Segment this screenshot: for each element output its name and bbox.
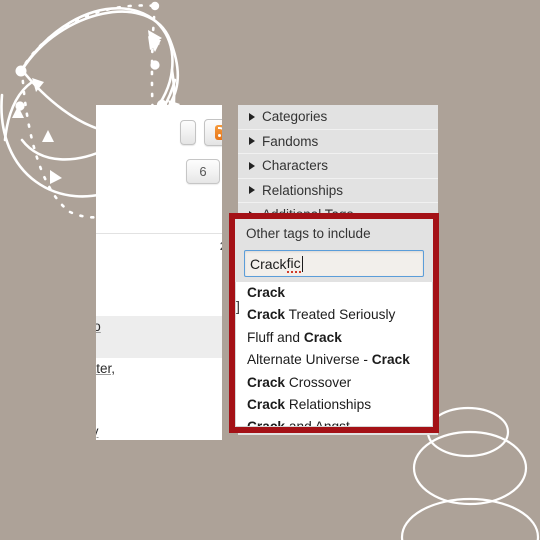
suggestion-plain: Alternate Universe - xyxy=(247,352,372,368)
sidebar-item-categories[interactable]: Categories xyxy=(238,105,438,130)
suggestion-bold: Crack xyxy=(371,352,410,368)
triangle-right-icon xyxy=(249,137,255,146)
suggestion-item[interactable]: Crack Treated Seriously xyxy=(236,304,432,326)
triangle-right-icon xyxy=(249,161,255,170)
relationship-tag-3[interactable]: ss/Harry Potter, xyxy=(96,361,115,376)
listing-toolbar: RSS Feed xyxy=(96,105,222,153)
sidebar-item-relationships[interactable]: Relationships xyxy=(238,179,438,203)
underlying-bracket-glyph: ] xyxy=(236,298,240,314)
pagination-next-row: Next → xyxy=(96,184,222,219)
triangle-right-icon xyxy=(249,112,255,121)
suggestion-item[interactable]: Crack Crossover xyxy=(236,372,432,394)
sidebar-item-fandoms[interactable]: Fandoms xyxy=(238,130,438,154)
tag-autocomplete-region: Other tags to include Crack fic Crack Cr… xyxy=(235,219,433,427)
sidebar-item-label: Relationships xyxy=(262,182,344,198)
suggestion-bold: Crack xyxy=(303,329,342,345)
suggestion-rest: Treated Seriously xyxy=(285,307,396,323)
works-listing-panel: RSS Feed 6 7 8 Next → 27 Oct 2022 ranger… xyxy=(96,105,222,440)
sidebar-item-label: Characters xyxy=(262,158,329,174)
input-text-misspelled: fic xyxy=(286,254,301,273)
pagination: 6 7 8 xyxy=(96,153,222,184)
rss-icon xyxy=(215,124,222,140)
screenshot-stage: RSS Feed 6 7 8 Next → 27 Oct 2022 ranger… xyxy=(0,0,540,540)
suggestion-item[interactable]: Crack Relationships xyxy=(236,394,432,416)
rss-feed-button[interactable]: RSS Feed xyxy=(204,118,222,146)
suggestion-plain: Fluff and xyxy=(247,329,304,345)
autocomplete-suggestion-list: Crack Crack Treated Seriously Fluff and … xyxy=(235,282,433,427)
work-title-gap xyxy=(96,254,222,316)
relationship-tag-1[interactable]: ranger/Draco xyxy=(96,319,101,334)
suggestion-bold: Crack xyxy=(247,419,286,427)
filters-button-partial[interactable] xyxy=(180,119,197,145)
triangle-right-icon xyxy=(249,210,255,219)
suggestion-bold: Crack xyxy=(247,307,286,323)
input-text-plain: Crack xyxy=(250,255,287,272)
sidebar-item-characters[interactable]: Characters xyxy=(238,154,438,179)
triangle-right-icon xyxy=(249,186,255,195)
suggestion-item[interactable]: Fluff and Crack xyxy=(236,327,432,349)
work-date: 27 Oct 2022 xyxy=(96,234,222,254)
other-tags-input[interactable]: Crack fic xyxy=(244,250,424,277)
suggestion-item[interactable]: Crack and Angst xyxy=(236,416,432,427)
suggestion-rest: Relationships xyxy=(285,396,372,412)
suggestion-item[interactable]: Crack xyxy=(236,282,432,304)
text-caret xyxy=(301,255,304,272)
suggestion-bold: Crack xyxy=(247,396,286,412)
work-metadata: ranger/Draco toria ss/Harry Potter, ter,… xyxy=(96,316,222,440)
suggestion-bold: Crack xyxy=(247,374,286,390)
suggestion-rest: and Angst xyxy=(285,419,350,427)
additional-tag-1[interactable]: Morally Grey xyxy=(96,424,99,439)
tag-input-wrapper: Crack fic xyxy=(235,247,433,283)
sidebar-item-label: Fandoms xyxy=(262,133,319,149)
suggestion-item[interactable]: Alternate Universe - Crack xyxy=(236,349,432,371)
suggestion-bold: Crack xyxy=(247,285,286,300)
other-tags-label: Other tags to include xyxy=(235,219,433,247)
sidebar-item-label: Categories xyxy=(262,109,328,125)
suggestion-rest: Crossover xyxy=(285,374,352,390)
pagination-page-6[interactable]: 6 xyxy=(186,159,220,184)
